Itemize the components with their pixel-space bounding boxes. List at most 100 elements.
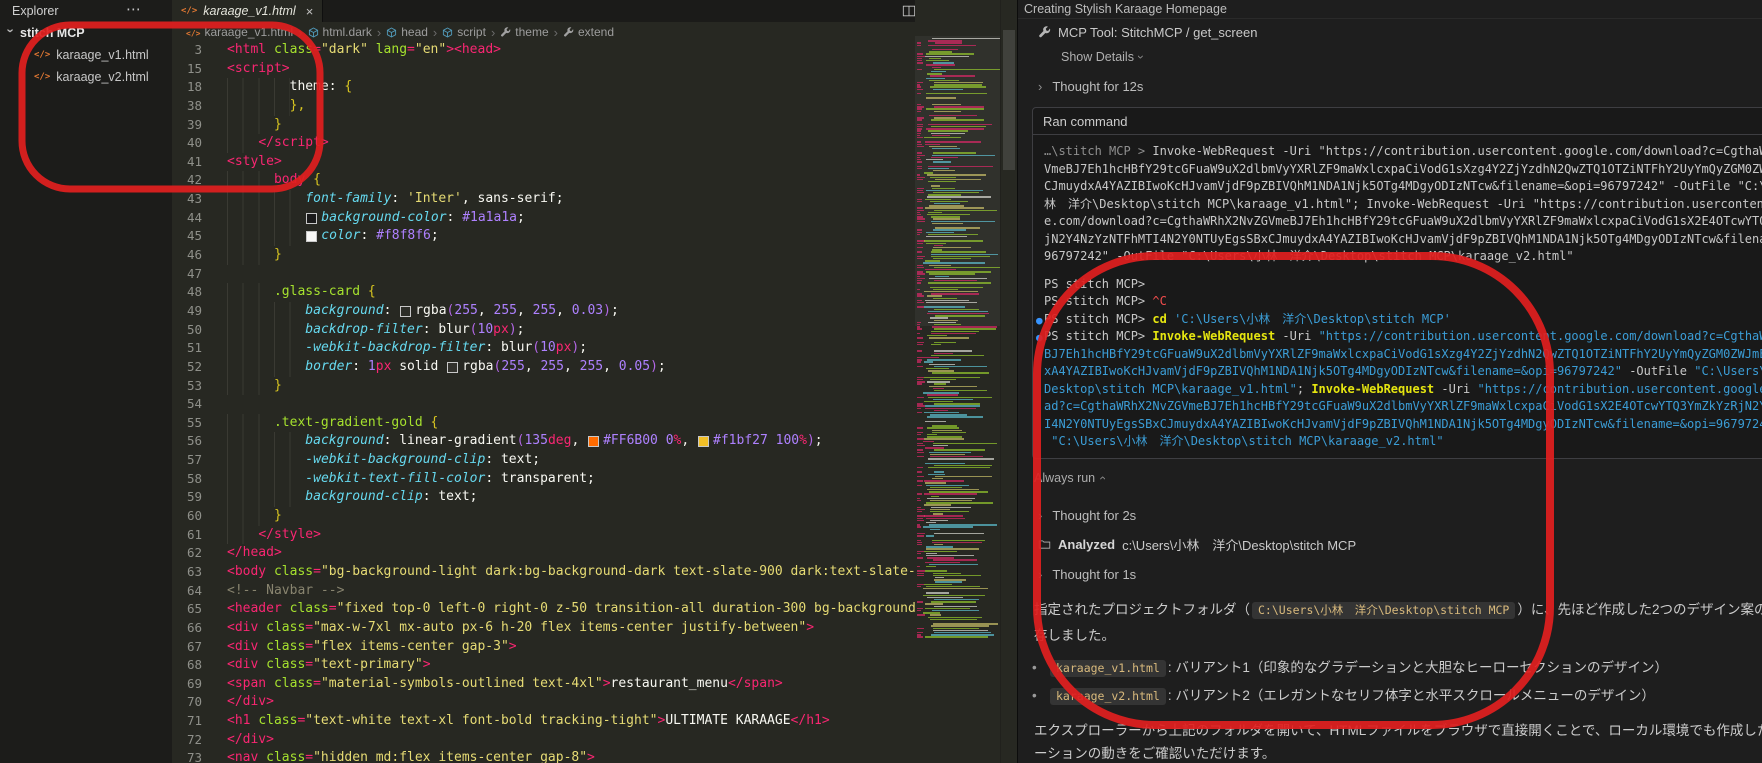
html-file-icon: </> (34, 50, 50, 60)
code-line: 38}, (172, 97, 915, 116)
terminal-line: ●PS stitch MCP> Invoke-WebRequest -Uri "… (1044, 328, 1762, 346)
chevron-right-icon: › (1038, 508, 1042, 523)
editor-scrollbar[interactable] (1000, 0, 1017, 763)
close-icon[interactable]: × (306, 4, 314, 19)
color-swatch (306, 213, 317, 224)
editor-group[interactable]: </> karaage_v1.html × ⋯ </>karaage_v1.ht… (172, 0, 1016, 763)
mcp-tool-label: MCP Tool: StitchMCP / get_screen (1058, 25, 1257, 40)
code-line: 15<script> (172, 60, 915, 79)
chevron-down-icon: › (1134, 55, 1148, 59)
symbol-icon (308, 27, 319, 38)
assistant-paragraph-2: エクスプローラーから上記のフォルダを開いて、HTMLファイルをブラウザで直接開く… (1034, 719, 1762, 763)
command-bullet-icon: ● (1036, 329, 1043, 347)
tab-bar: </> karaage_v1.html × ⋯ (172, 0, 1016, 22)
code-line: 59background-clip: text; (172, 488, 915, 507)
breadcrumb-item-head[interactable]: head (386, 25, 428, 39)
file-item-karaage_v1.html[interactable]: </>karaage_v1.html (0, 44, 172, 66)
assistant-paragraph-1: 指定されたプロジェクトフォルダ（C:\Users\小林 洋介\Desktop\s… (1034, 597, 1762, 649)
file-label: karaage_v2.html (56, 70, 148, 84)
terminal-line: Desktop\stitch MCP\karaage_v1.html"; Inv… (1044, 381, 1762, 399)
code-line: 66<div class="max-w-7xl mx-auto px-6 h-2… (172, 619, 915, 638)
code-line: 67<div class="flex items-center gap-3"> (172, 638, 915, 657)
folder-label: stitch MCP (20, 26, 85, 40)
terminal-line: I4N2Y0NTUyEgsSBxCJmuydxA4YAZIBIwoKcHJvam… (1044, 416, 1762, 434)
terminal-line: PS stitch MCP> (1044, 276, 1762, 294)
breadcrumb-separator: › (298, 25, 302, 40)
thought-toggle-2[interactable]: › Thought for 2s (1038, 508, 1762, 523)
folder-item-stitch-mcp[interactable]: › stitch MCP (0, 22, 172, 44)
code-line: 73<nav class="hidden md:flex items-cente… (172, 749, 915, 763)
terminal-line: "C:\Users\小林 洋介\Desktop\stitch MCP\karaa… (1044, 433, 1762, 451)
file-item-karaage_v2.html[interactable]: </>karaage_v2.html (0, 66, 172, 88)
color-swatch (306, 231, 317, 242)
terminal-line: e.com/download?c=CgthaWRhX2NvZGVmeBJ7Eh1… (1044, 213, 1762, 231)
ai-chat-panel: Creating Stylish Karaage Homepage MCP To… (1017, 0, 1762, 763)
code-line: 56background: linear-gradient(135deg, #F… (172, 432, 915, 451)
code-line: 18theme: { (172, 78, 915, 97)
code-line: 3<html class="dark" lang="en"><head> (172, 41, 915, 60)
breadcrumb-item-theme[interactable]: theme (500, 25, 548, 39)
code-line: 60} (172, 507, 915, 526)
minimap[interactable] (915, 0, 1000, 763)
terminal-line: xA4YAZIBIwoKcHJvamVjdF9pZBIVQhM1NDA1Njk5… (1044, 363, 1762, 381)
color-swatch (400, 306, 411, 317)
thought-toggle-3[interactable]: › Thought for 1s (1038, 567, 1762, 582)
code-line: 40</script> (172, 134, 915, 153)
file-list: </>karaage_v1.html</>karaage_v2.html (0, 44, 172, 88)
terminal-line: ad?c=CgthaWRhX2NvZGVmeBJ7Eh1hcHBfY29tcGF… (1044, 398, 1762, 416)
code-line: 44background-color: #1a1a1a; (172, 209, 915, 228)
chevron-right-icon: › (1038, 79, 1042, 94)
code-line: 72</div> (172, 731, 915, 750)
chevron-down-icon: › (5, 28, 18, 38)
breadcrumb-item-script[interactable]: script (442, 25, 486, 39)
file-variant-list: •karaage_v1.html: バリアント1（印象的なグラデーションと大胆な… (1018, 657, 1762, 707)
code-line: 63<body class="bg-background-light dark:… (172, 563, 915, 582)
code-line: 46} (172, 246, 915, 265)
code-line: 62</head> (172, 544, 915, 563)
breadcrumb-item-karaage_v1.html[interactable]: </>karaage_v1.html (186, 25, 293, 39)
tab-karaage-v1[interactable]: </> karaage_v1.html × (172, 0, 323, 22)
code-line: 64<!-- Navbar --> (172, 582, 915, 601)
code-line: 50backdrop-filter: blur(10px); (172, 321, 915, 340)
scrollbar-thumb[interactable] (1003, 30, 1015, 170)
analyzed-path: c:\Users\小林 洋介\Desktop\stitch MCP (1122, 535, 1356, 554)
inline-code-chip: C:\Users\小林 洋介\Desktop\stitch MCP (1252, 602, 1515, 619)
code-area[interactable]: 3<html class="dark" lang="en"><head>15<s… (172, 41, 915, 763)
explorer-sidebar: Explorer ⋯ › stitch MCP </>karaage_v1.ht… (0, 0, 173, 763)
always-run-dropdown[interactable]: Always run › (1034, 471, 1762, 485)
breadcrumb-item-html.dark[interactable]: html.dark (308, 25, 372, 39)
code-line: 57-webkit-background-clip: text; (172, 451, 915, 470)
folder-icon (1038, 538, 1051, 551)
tab-label: karaage_v1.html (203, 4, 295, 18)
thought-toggle-1[interactable]: › Thought for 12s (1038, 79, 1762, 94)
breadcrumb-separator: › (491, 25, 495, 40)
breadcrumb-item-extend[interactable]: extend (563, 25, 614, 39)
code-line: 43font-family: 'Inter', sans-serif; (172, 190, 915, 209)
terminal-line: VmeBJ7Eh1hcHBfY29tcGFuaW9uX2dlbmVyYXRlZF… (1044, 161, 1762, 179)
breadcrumb-separator: › (433, 25, 437, 40)
symbol-icon (442, 27, 453, 38)
explorer-more-actions-icon[interactable]: ⋯ (126, 0, 142, 18)
code-line: 49background: rgba(255, 255, 255, 0.03); (172, 302, 915, 321)
code-line: 53} (172, 377, 915, 396)
breadcrumb: </>karaage_v1.html › html.dark › head › script… (172, 22, 614, 42)
terminal-line: ●PS stitch MCP> cd 'C:\Users\小林 洋介\Deskt… (1044, 311, 1762, 329)
code-line: 58-webkit-text-fill-color: transparent; (172, 470, 915, 489)
variant-list-item: •karaage_v2.html: バリアント2（エレガントなセリフ体字と水平ス… (1018, 685, 1762, 707)
terminal-line: PS stitch MCP> ^C (1044, 293, 1762, 311)
breadcrumb-separator: › (554, 25, 558, 40)
code-line: 54 (172, 395, 915, 414)
symbol-icon (386, 27, 397, 38)
code-line: 41<style> (172, 153, 915, 172)
html-file-icon: </> (181, 6, 197, 16)
code-line: 51-webkit-backdrop-filter: blur(10px); (172, 339, 915, 358)
chevron-up-icon: › (1095, 476, 1109, 480)
code-line: 48.glass-card { (172, 283, 915, 302)
show-details-toggle[interactable]: Show Details › (1061, 50, 1762, 64)
chat-title: Creating Stylish Karaage Homepage (1018, 0, 1762, 19)
terminal-line: jN2Y4NzYzNTFhMTI4N2Y0NTUyEgsSBxCJmuydxA4… (1044, 231, 1762, 249)
code-line: 45color: #f8f8f6; (172, 227, 915, 246)
inline-code-chip: karaage_v2.html (1050, 688, 1166, 705)
code-line: 47 (172, 265, 915, 284)
breadcrumb-separator: › (377, 25, 381, 40)
